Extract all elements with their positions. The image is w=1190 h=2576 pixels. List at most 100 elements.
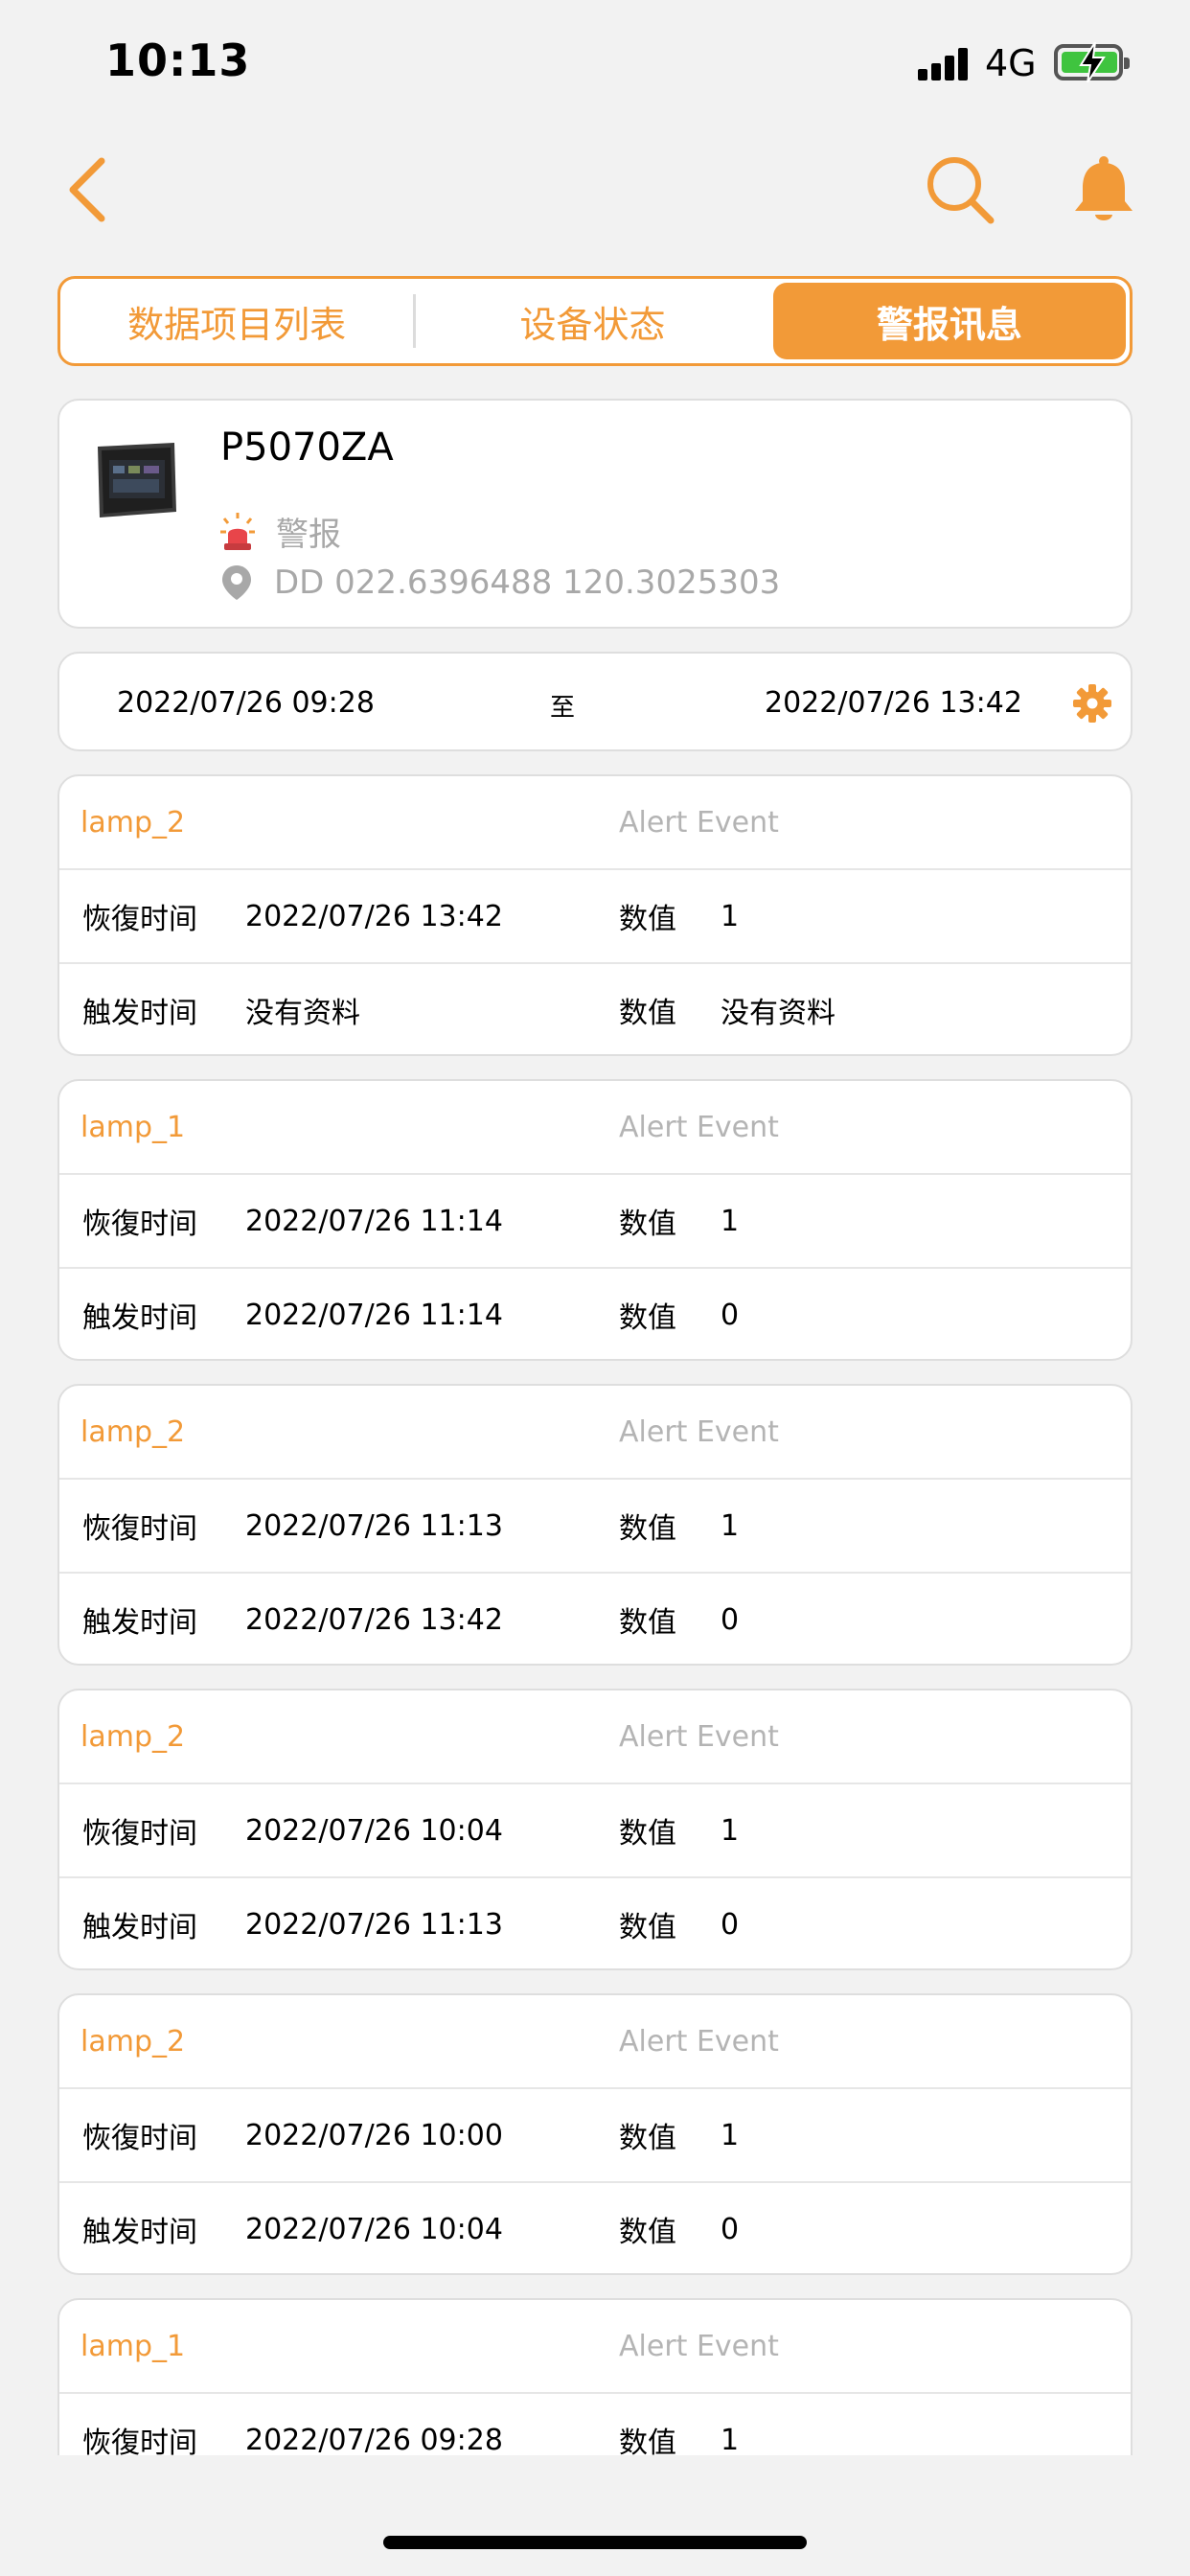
alert-event-type: Alert Event	[619, 1719, 779, 1754]
restore-value: 1	[721, 899, 740, 933]
location-row: DD 022.6396488 120.3025303	[220, 564, 780, 602]
trigger-row: 触发时间 2022/07/26 10:04 数值 0	[59, 2181, 1131, 2273]
alert-event-type: Alert Event	[619, 2024, 779, 2058]
search-icon	[927, 157, 995, 224]
alert-card[interactable]: lamp_1 Alert Event 恢復时间 2022/07/26 09:28…	[57, 2298, 1133, 2455]
signal-icon	[918, 46, 972, 80]
gear-icon	[1073, 684, 1111, 723]
trigger-value-label: 数值	[619, 997, 676, 1030]
restore-value: 1	[721, 1813, 740, 1848]
alert-event-type: Alert Event	[619, 805, 779, 840]
alert-card[interactable]: lamp_1 Alert Event 恢復时间 2022/07/26 11:14…	[57, 1079, 1133, 1361]
restore-time-label: 恢復时间	[82, 1208, 197, 1241]
alert-tag-name: lamp_1	[80, 2329, 186, 2363]
alert-header-row: lamp_2 Alert Event	[59, 1690, 1131, 1784]
device-name: P5070ZA	[220, 426, 394, 470]
alert-event-type: Alert Event	[619, 1110, 779, 1144]
date-range-bar: 2022/07/26 09:28 至 2022/07/26 13:42	[57, 652, 1133, 751]
date-separator: 至	[550, 694, 576, 723]
trigger-row: 触发时间 没有资料 数值 没有资料	[59, 962, 1131, 1054]
trigger-time-value: 没有资料	[245, 997, 360, 1030]
search-button[interactable]	[924, 153, 996, 226]
bell-icon	[1075, 156, 1133, 220]
restore-time-value: 2022/07/26 09:28	[245, 2423, 503, 2456]
restore-value: 1	[721, 1204, 740, 1238]
alert-card[interactable]: lamp_2 Alert Event 恢復时间 2022/07/26 10:04…	[57, 1689, 1133, 1970]
tab-device-status[interactable]: 设备状态	[416, 279, 768, 363]
alert-header-row: lamp_2 Alert Event	[59, 1386, 1131, 1480]
restore-row: 恢復时间 2022/07/26 11:14 数值 1	[59, 1173, 1131, 1267]
alert-tag-name: lamp_2	[80, 805, 186, 840]
segmented-tabs: 数据项目列表 设备状态 警报讯息	[57, 276, 1133, 366]
restore-time-value: 2022/07/26 10:00	[245, 2118, 503, 2152]
app-screen: 10:13 4G 数据项目列表 设备状态 警报讯息 P5070ZA 警报 DD …	[0, 0, 1190, 2576]
date-end[interactable]: 2022/07/26 13:42	[765, 686, 1022, 720]
trigger-time-value: 2022/07/26 13:42	[245, 1602, 503, 1637]
trigger-row: 触发时间 2022/07/26 11:13 数值 0	[59, 1876, 1131, 1968]
alert-tag-name: lamp_1	[80, 1110, 186, 1144]
alert-card[interactable]: lamp_2 Alert Event 恢復时间 2022/07/26 13:42…	[57, 774, 1133, 1056]
battery-icon	[1054, 42, 1130, 82]
alert-event-type: Alert Event	[619, 1414, 779, 1449]
chevron-left-icon	[69, 157, 105, 222]
restore-time-label: 恢復时间	[82, 1817, 197, 1851]
alert-header-row: lamp_2 Alert Event	[59, 1995, 1131, 2089]
back-button[interactable]	[59, 151, 121, 228]
trigger-time-label: 触发时间	[82, 1606, 197, 1640]
alert-card[interactable]: lamp_2 Alert Event 恢復时间 2022/07/26 11:13…	[57, 1384, 1133, 1666]
status-bar: 10:13 4G	[0, 0, 1190, 134]
location-text: DD 022.6396488 120.3025303	[274, 564, 781, 602]
trigger-time-value: 2022/07/26 11:14	[245, 1298, 503, 1332]
restore-value-label: 数值	[619, 1512, 676, 1546]
restore-time-value: 2022/07/26 11:13	[245, 1508, 503, 1543]
restore-value-label: 数值	[619, 1817, 676, 1851]
restore-row: 恢復时间 2022/07/26 13:42 数值 1	[59, 868, 1131, 962]
home-indicator[interactable]	[383, 2536, 807, 2549]
restore-time-value: 2022/07/26 11:14	[245, 1204, 503, 1238]
device-card[interactable]: P5070ZA 警报 DD 022.6396488 120.3025303	[57, 399, 1133, 629]
trigger-value: 0	[721, 2212, 740, 2246]
restore-time-label: 恢復时间	[82, 2426, 197, 2455]
restore-time-value: 2022/07/26 13:42	[245, 899, 503, 933]
trigger-value: 没有资料	[721, 997, 835, 1030]
alert-tag-name: lamp_2	[80, 2024, 186, 2058]
restore-row: 恢復时间 2022/07/26 10:00 数值 1	[59, 2087, 1131, 2181]
restore-row: 恢復时间 2022/07/26 11:13 数值 1	[59, 1478, 1131, 1572]
restore-value-label: 数值	[619, 903, 676, 936]
tab-data-items[interactable]: 数据项目列表	[60, 279, 413, 363]
settings-button[interactable]	[1073, 684, 1111, 723]
date-start[interactable]: 2022/07/26 09:28	[117, 686, 375, 720]
restore-value: 1	[721, 2423, 740, 2456]
trigger-row: 触发时间 2022/07/26 13:42 数值 0	[59, 1572, 1131, 1664]
trigger-time-label: 触发时间	[82, 1301, 197, 1335]
notifications-button[interactable]	[1069, 153, 1138, 226]
trigger-value-label: 数值	[619, 2216, 676, 2249]
restore-time-label: 恢復时间	[82, 1512, 197, 1546]
trigger-time-value: 2022/07/26 10:04	[245, 2212, 503, 2246]
trigger-time-value: 2022/07/26 11:13	[245, 1907, 503, 1942]
status-time: 10:13	[105, 34, 251, 86]
alert-list[interactable]: lamp_2 Alert Event 恢復时间 2022/07/26 13:42…	[0, 774, 1190, 2455]
trigger-time-label: 触发时间	[82, 1911, 197, 1944]
restore-time-label: 恢復时间	[82, 903, 197, 936]
trigger-time-label: 触发时间	[82, 2216, 197, 2249]
network-type: 4G	[985, 42, 1037, 84]
restore-value-label: 数值	[619, 2426, 676, 2455]
restore-row: 恢復时间 2022/07/26 10:04 数值 1	[59, 1782, 1131, 1876]
tab-alarm-messages[interactable]: 警报讯息	[772, 283, 1126, 359]
trigger-value: 0	[721, 1602, 740, 1637]
restore-value-label: 数值	[619, 1208, 676, 1241]
alert-tag-name: lamp_2	[80, 1719, 186, 1754]
alert-tag-name: lamp_2	[80, 1414, 186, 1449]
alert-header-row: lamp_1 Alert Event	[59, 1081, 1131, 1175]
alert-card[interactable]: lamp_2 Alert Event 恢復时间 2022/07/26 10:00…	[57, 1993, 1133, 2275]
restore-value: 1	[721, 2118, 740, 2152]
trigger-time-label: 触发时间	[82, 997, 197, 1030]
trigger-row: 触发时间 2022/07/26 11:14 数值 0	[59, 1267, 1131, 1359]
alert-header-row: lamp_1 Alert Event	[59, 2300, 1131, 2394]
restore-value: 1	[721, 1508, 740, 1543]
trigger-value-label: 数值	[619, 1606, 676, 1640]
alert-header-row: lamp_2 Alert Event	[59, 776, 1131, 870]
alert-event-type: Alert Event	[619, 2329, 779, 2363]
restore-time-value: 2022/07/26 10:04	[245, 1813, 503, 1848]
